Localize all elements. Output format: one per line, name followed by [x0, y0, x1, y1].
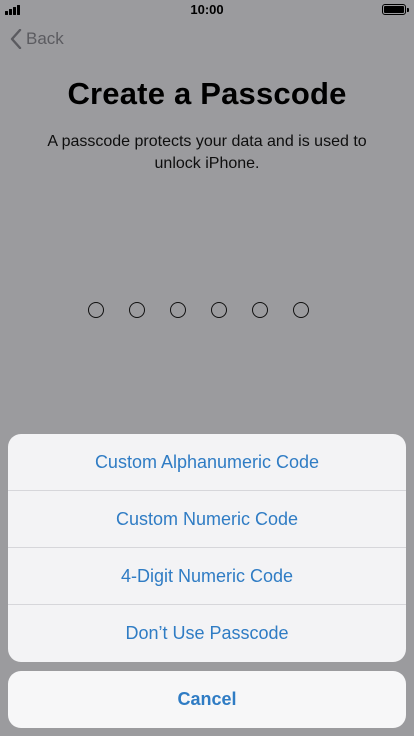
battery-icon: [382, 4, 409, 15]
action-sheet: Custom Alphanumeric Code Custom Numeric …: [8, 434, 406, 662]
four-digit-numeric-code-option[interactable]: 4-Digit Numeric Code: [8, 548, 406, 605]
passcode-dot: [88, 302, 104, 318]
page-subtitle: A passcode protects your data and is use…: [47, 133, 367, 172]
chevron-left-icon: [10, 29, 22, 49]
custom-alphanumeric-code-option[interactable]: Custom Alphanumeric Code: [8, 434, 406, 491]
status-bar: 10:00: [0, 0, 414, 20]
status-time: 10:00: [190, 2, 224, 17]
page-title: Create a Passcode: [67, 76, 347, 111]
dont-use-passcode-option[interactable]: Don’t Use Passcode: [8, 605, 406, 662]
back-button[interactable]: Back: [10, 29, 64, 49]
battery-level: [384, 6, 404, 13]
passcode-dots: [88, 302, 309, 318]
back-label: Back: [26, 29, 64, 48]
passcode-dot: [129, 302, 145, 318]
custom-numeric-code-option[interactable]: Custom Numeric Code: [8, 491, 406, 548]
cancel-button[interactable]: Cancel: [8, 671, 406, 728]
passcode-dot: [211, 302, 227, 318]
passcode-dot: [252, 302, 268, 318]
passcode-dot: [293, 302, 309, 318]
passcode-dot: [170, 302, 186, 318]
